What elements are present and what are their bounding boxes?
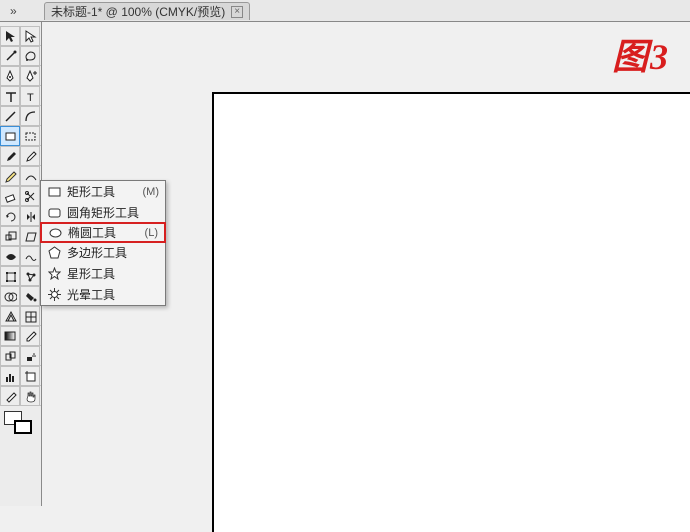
- column-graph-tool[interactable]: [0, 366, 20, 386]
- star-icon: [47, 267, 61, 281]
- type-tool[interactable]: [0, 86, 20, 106]
- reflect-tool[interactable]: [20, 206, 40, 226]
- flyout-item-polygon[interactable]: 多边形工具: [41, 242, 165, 263]
- eyedropper-tool[interactable]: [20, 326, 40, 346]
- eraser-tool[interactable]: [0, 186, 20, 206]
- rectangle-icon: [47, 185, 61, 199]
- pencil-tool[interactable]: [0, 166, 20, 186]
- touch-type-tool[interactable]: T: [20, 86, 40, 106]
- rotate-tool[interactable]: [0, 206, 20, 226]
- smooth-tool[interactable]: [20, 166, 40, 186]
- flyout-item-shortcut: (L): [145, 227, 158, 239]
- slice-tool[interactable]: [0, 386, 20, 406]
- flyout-item-rectangle[interactable]: 矩形工具 (M): [41, 181, 165, 202]
- paintbrush-tool[interactable]: [0, 146, 20, 166]
- flyout-item-star[interactable]: 星形工具: [41, 263, 165, 284]
- add-anchor-tool[interactable]: [20, 66, 40, 86]
- rounded-rectangle-icon: [47, 206, 61, 220]
- warp-tool[interactable]: [20, 246, 40, 266]
- live-paint-bucket-tool[interactable]: [20, 286, 40, 306]
- perspective-grid-tool[interactable]: [0, 306, 20, 326]
- scale-tool[interactable]: [0, 226, 20, 246]
- pen-tool[interactable]: [0, 66, 20, 86]
- arc-tool[interactable]: [20, 106, 40, 126]
- flyout-item-ellipse[interactable]: 椭圆工具 (L): [40, 222, 166, 243]
- line-segment-tool[interactable]: [0, 106, 20, 126]
- tab-bar: » 未标题-1* @ 100% (CMYK/预览) ×: [0, 0, 690, 22]
- fill-stroke-swatches[interactable]: [0, 408, 41, 440]
- polygon-icon: [47, 246, 61, 260]
- gradient-tool[interactable]: [0, 326, 20, 346]
- close-icon[interactable]: ×: [231, 6, 243, 18]
- chevron-label: »: [10, 4, 17, 18]
- artboard[interactable]: [212, 92, 690, 532]
- flyout-item-rounded-rectangle[interactable]: 圆角矩形工具: [41, 202, 165, 223]
- stroke-swatch[interactable]: [14, 420, 32, 434]
- width-tool[interactable]: [0, 246, 20, 266]
- shaper-tool[interactable]: [20, 126, 40, 146]
- tools-panel: T: [0, 22, 42, 506]
- free-transform-tool[interactable]: [0, 266, 20, 286]
- rectangle-tool[interactable]: [0, 126, 20, 146]
- scissors-tool[interactable]: [20, 186, 40, 206]
- symbol-sprayer-tool[interactable]: [20, 346, 40, 366]
- puppet-warp-tool[interactable]: [20, 266, 40, 286]
- flyout-item-label: 矩形工具: [67, 183, 115, 200]
- flyout-item-shortcut: (M): [143, 186, 160, 198]
- flyout-item-label: 星形工具: [67, 265, 115, 282]
- figure-label: 图3: [612, 28, 670, 80]
- shape-builder-tool[interactable]: [0, 286, 20, 306]
- magic-wand-tool[interactable]: [0, 46, 20, 66]
- svg-text:T: T: [27, 92, 34, 103]
- shear-tool[interactable]: [20, 226, 40, 246]
- document-tab-title: 未标题-1* @ 100% (CMYK/预览): [51, 3, 225, 20]
- tab-overflow-chevron[interactable]: »: [10, 2, 38, 20]
- flyout-item-label: 圆角矩形工具: [67, 204, 139, 221]
- blob-brush-tool[interactable]: [20, 146, 40, 166]
- document-tab[interactable]: 未标题-1* @ 100% (CMYK/预览) ×: [44, 2, 250, 20]
- flyout-item-label: 光晕工具: [67, 286, 115, 303]
- artboard-tool[interactable]: [20, 366, 40, 386]
- mesh-tool[interactable]: [20, 306, 40, 326]
- direct-selection-tool[interactable]: [20, 26, 40, 46]
- lasso-tool[interactable]: [20, 46, 40, 66]
- ellipse-icon: [48, 226, 62, 240]
- selection-tool[interactable]: [0, 26, 20, 46]
- flyout-item-label: 多边形工具: [67, 244, 127, 261]
- blend-tool[interactable]: [0, 346, 20, 366]
- flyout-item-flare[interactable]: 光晕工具: [41, 284, 165, 305]
- shape-tool-flyout: 矩形工具 (M) 圆角矩形工具 椭圆工具 (L) 多边形工具 星形工具 光晕工具: [40, 180, 166, 306]
- flare-icon: [47, 288, 61, 302]
- flyout-item-label: 椭圆工具: [68, 224, 116, 241]
- hand-tool[interactable]: [20, 386, 40, 406]
